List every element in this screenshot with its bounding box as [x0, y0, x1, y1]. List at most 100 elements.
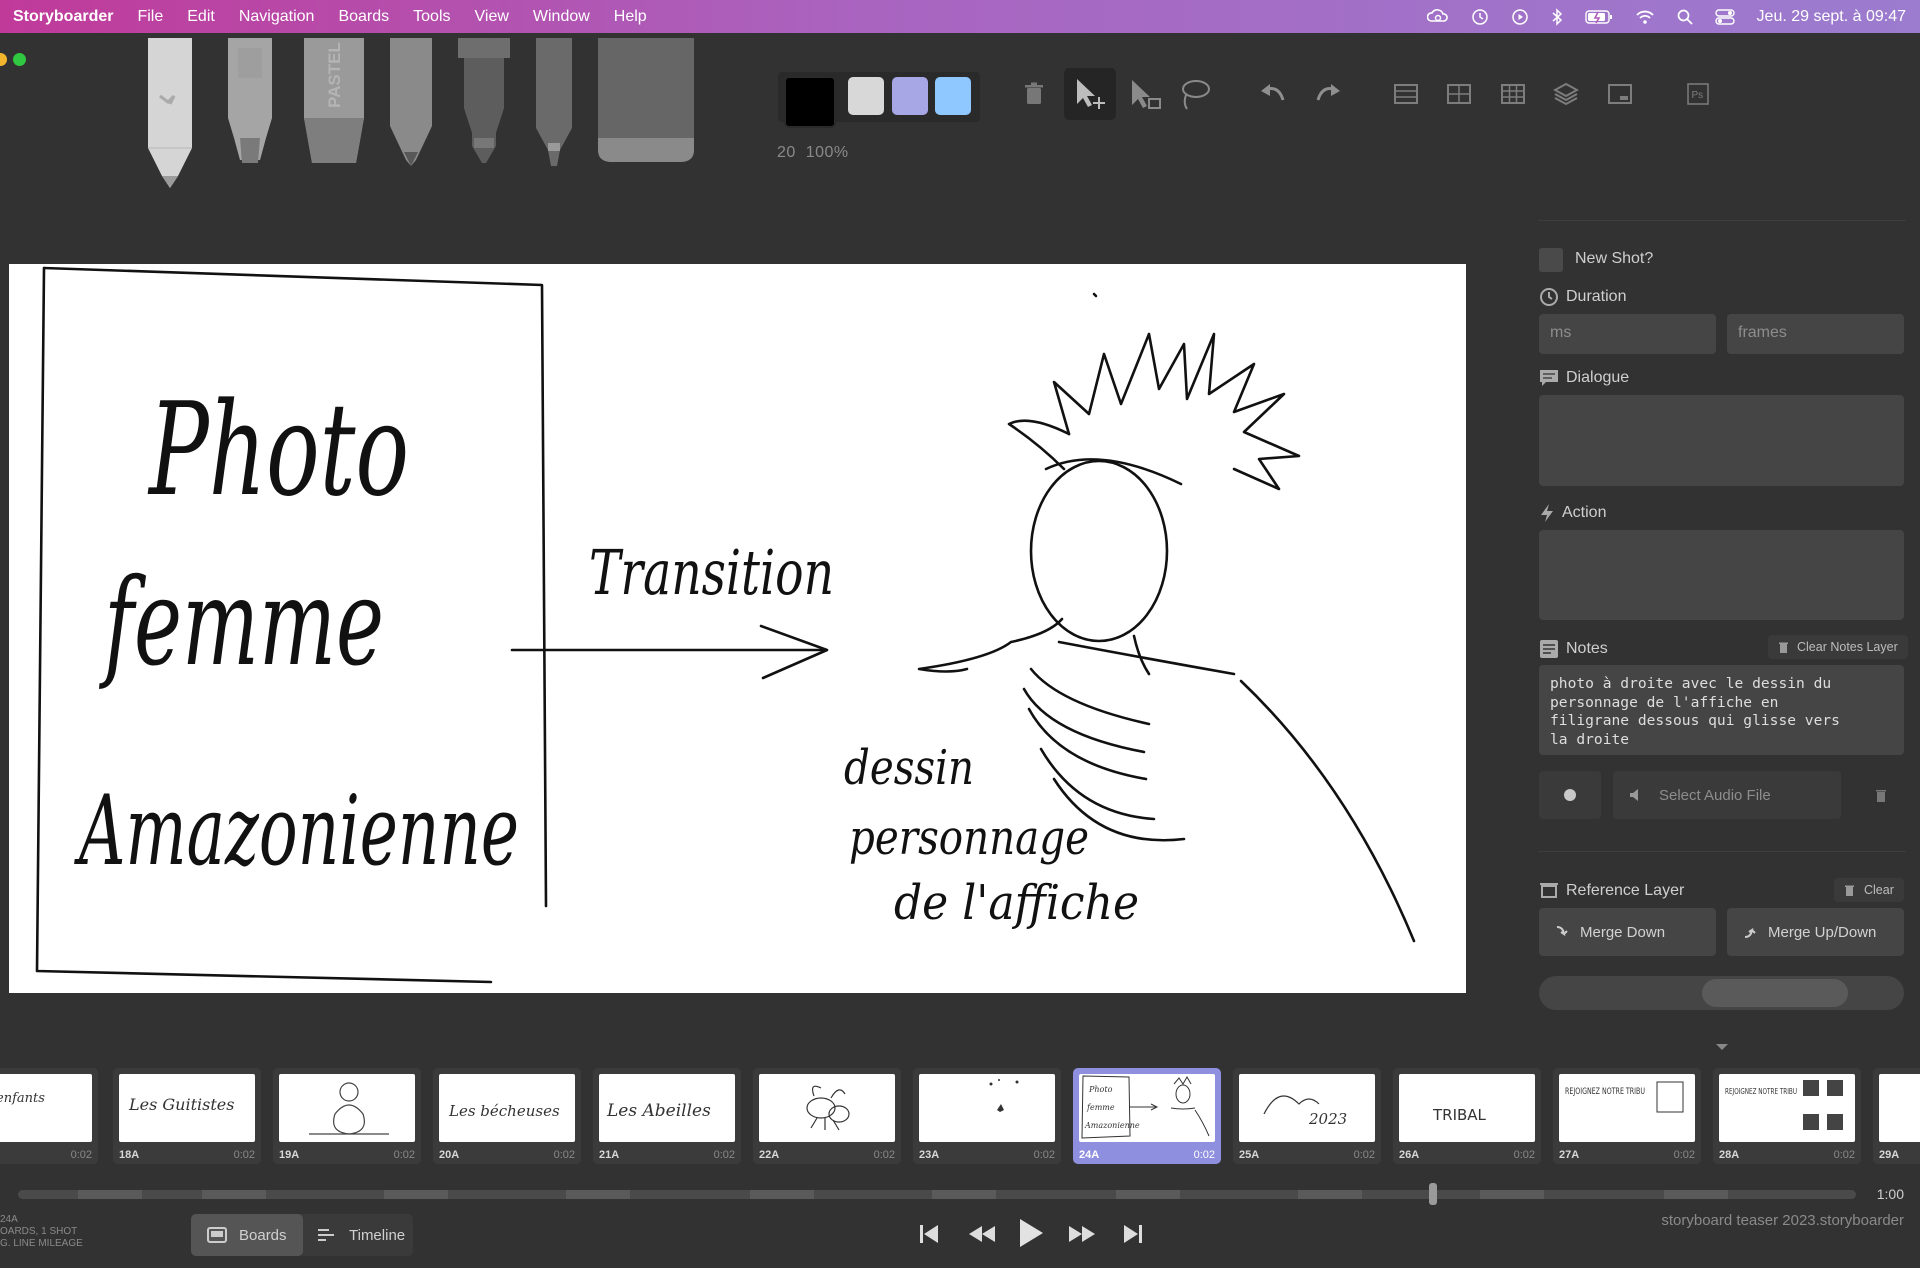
board-thumbnail[interactable]: TRIBAL 26A 0:02	[1393, 1068, 1541, 1164]
menu-view[interactable]: View	[475, 8, 509, 26]
board-number: 23A	[919, 1149, 940, 1161]
meta-board: 24A	[0, 1214, 18, 1225]
board-thumbnail[interactable]: Les Guitistes 18A 0:02	[113, 1068, 261, 1164]
onion-skin-button[interactable]	[1544, 72, 1588, 116]
timeline-view-button[interactable]: Timeline	[303, 1214, 413, 1256]
playhead-handle[interactable]	[1429, 1183, 1437, 1205]
rewind-button[interactable]	[964, 1216, 1000, 1252]
photoshop-button[interactable]: Ps	[1676, 72, 1720, 116]
board-duration: 0:02	[1833, 1149, 1855, 1161]
lasso-tool-button[interactable]	[1172, 72, 1216, 116]
board-thumbnail[interactable]: 29A	[1873, 1068, 1920, 1164]
palette-swatch-light-gray[interactable]	[848, 77, 884, 115]
control-center-icon[interactable]	[1714, 8, 1735, 25]
board-number: 22A	[759, 1149, 780, 1161]
dialogue-label: Dialogue	[1539, 368, 1629, 388]
board-duration: 0:02	[873, 1149, 895, 1161]
window-zoom-button[interactable]	[13, 53, 26, 66]
undo-button[interactable]	[1251, 72, 1295, 116]
skip-to-start-button[interactable]	[914, 1216, 944, 1252]
board-thumbnail[interactable]: 23A 0:02	[913, 1068, 1061, 1164]
board-thumbnail[interactable]: REJOIGNEZ NOTRE TRIBU 28A 0:02	[1713, 1068, 1861, 1164]
select-move-tool-button[interactable]	[1064, 68, 1116, 120]
skip-to-end-button[interactable]	[1118, 1216, 1148, 1252]
board-number: 29A	[1879, 1149, 1900, 1161]
ink-pen-tool[interactable]	[456, 38, 512, 173]
captions-button[interactable]	[1598, 72, 1642, 116]
board-thumbnail[interactable]: Les Abeilles 21A 0:02	[593, 1068, 741, 1164]
new-shot-checkbox[interactable]	[1539, 248, 1563, 272]
redo-button[interactable]	[1306, 72, 1350, 116]
collapse-chevron-icon[interactable]	[1714, 1040, 1730, 1052]
thirds-guide-button[interactable]	[1491, 72, 1535, 116]
scrubber-segment	[1664, 1190, 1728, 1199]
current-color-swatch[interactable]	[784, 76, 836, 128]
clear-reference-layer-button[interactable]: Clear	[1834, 878, 1904, 902]
reference-layer-label: Reference Layer	[1539, 882, 1684, 900]
bluetooth-icon[interactable]	[1551, 7, 1563, 26]
window-minimize-button[interactable]	[0, 53, 7, 66]
board-thumbnail[interactable]: 19A 0:02	[273, 1068, 421, 1164]
menu-edit[interactable]: Edit	[187, 8, 215, 26]
board-thumbnail[interactable]: 22A 0:02	[753, 1068, 901, 1164]
fast-forward-button[interactable]	[1064, 1216, 1100, 1252]
reference-opacity-slider-thumb[interactable]	[1702, 979, 1848, 1007]
duration-ms-input[interactable]: ms	[1539, 314, 1716, 354]
svg-text:Les bécheuses: Les bécheuses	[448, 1102, 560, 1120]
boards-view-label: Boards	[239, 1226, 287, 1244]
board-thumbnail[interactable]: enfants 0:02	[0, 1068, 98, 1164]
action-input[interactable]	[1539, 530, 1904, 620]
delete-audio-button[interactable]	[1858, 771, 1904, 819]
record-icon	[1564, 789, 1576, 801]
record-audio-button[interactable]	[1539, 771, 1601, 819]
wifi-icon[interactable]	[1635, 9, 1655, 25]
duration-frames-input[interactable]: frames	[1727, 314, 1904, 354]
drawing-canvas[interactable]: Photo femme Amazonienne Transition dessi…	[9, 264, 1466, 993]
menubar-clock[interactable]: Jeu. 29 sept. à 09:47	[1757, 8, 1906, 26]
timeline-scrubber[interactable]	[18, 1183, 1856, 1205]
marker-tool[interactable]	[222, 38, 278, 173]
battery-icon[interactable]	[1584, 9, 1613, 25]
notes-input[interactable]: photo à droite avec le dessin du personn…	[1539, 665, 1904, 755]
select-transform-tool-button[interactable]	[1120, 70, 1170, 120]
trash-tool-button[interactable]	[1012, 72, 1056, 116]
menu-navigation[interactable]: Navigation	[239, 8, 315, 26]
brush-size: 20	[777, 144, 796, 161]
trash-icon	[1876, 790, 1886, 802]
eraser-tool[interactable]	[596, 38, 696, 173]
creative-cloud-icon[interactable]	[1426, 8, 1449, 26]
spotlight-search-icon[interactable]	[1677, 9, 1693, 25]
clear-notes-layer-button[interactable]: Clear Notes Layer	[1768, 635, 1908, 659]
fine-pen-tool[interactable]	[530, 38, 578, 173]
board-thumbnail[interactable]: Les bécheuses 20A 0:02	[433, 1068, 581, 1164]
duration-label-text: Duration	[1566, 288, 1627, 305]
app-menu[interactable]: Storyboarder	[13, 8, 113, 26]
center-guide-button[interactable]	[1437, 72, 1481, 116]
dialogue-label-text: Dialogue	[1566, 369, 1630, 386]
menu-tools[interactable]: Tools	[413, 8, 450, 26]
menu-boards[interactable]: Boards	[338, 8, 389, 26]
select-audio-file-button[interactable]: Select Audio File	[1613, 771, 1841, 819]
pencil-tool[interactable]	[386, 38, 436, 173]
play-button[interactable]	[1014, 1212, 1048, 1254]
palette-swatch-light-blue[interactable]	[935, 77, 971, 115]
board-thumbnail[interactable]: REJOIGNEZ NOTRE TRIBU 27A 0:02	[1553, 1068, 1701, 1164]
merge-down-button[interactable]: Merge Down	[1539, 908, 1716, 956]
play-circle-icon[interactable]	[1511, 8, 1529, 26]
pastel-tool[interactable]: PASTEL	[302, 38, 366, 173]
boards-view-button[interactable]: Boards	[191, 1214, 303, 1256]
grid-guide-button[interactable]	[1384, 72, 1428, 116]
palette-swatch-lavender[interactable]	[892, 77, 928, 115]
board-thumbnail-selected[interactable]: Photo femme Amazonienne 24A 0:02	[1073, 1068, 1221, 1164]
merge-up-down-button[interactable]: Merge Up/Down	[1727, 908, 1904, 956]
board-thumbnail[interactable]: 2023 25A 0:02	[1233, 1068, 1381, 1164]
menu-window[interactable]: Window	[533, 8, 590, 26]
dialogue-input[interactable]	[1539, 395, 1904, 486]
reference-opacity-slider[interactable]	[1539, 976, 1904, 1010]
menu-file[interactable]: File	[137, 8, 163, 26]
trash-icon	[1779, 642, 1788, 653]
menu-help[interactable]: Help	[614, 8, 647, 26]
meta-counts: OARDS, 1 SHOT	[0, 1226, 78, 1237]
light-pencil-tool[interactable]	[140, 38, 200, 193]
time-machine-icon[interactable]	[1471, 8, 1489, 26]
